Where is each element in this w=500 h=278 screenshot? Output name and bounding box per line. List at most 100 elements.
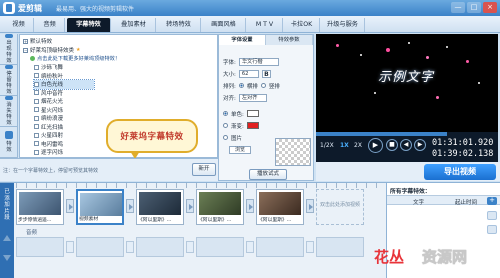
transition-slot[interactable] [66, 199, 74, 213]
checkbox[interactable] [34, 124, 39, 130]
sparkle [336, 44, 339, 47]
tab-subtitle-effects[interactable]: 字幕特效 [67, 18, 111, 32]
tab-transitions[interactable]: 转场特效 [157, 18, 201, 32]
list-item[interactable]: 缤纷浪漫 [34, 114, 94, 123]
image-radio[interactable] [223, 135, 228, 140]
tab-styles[interactable]: 画面风格 [202, 18, 246, 32]
group-default[interactable]: + 默认特效 [23, 37, 52, 45]
speed-half[interactable]: 1/2X [320, 142, 334, 149]
transition-slot[interactable] [186, 199, 194, 213]
transition-slot[interactable] [246, 199, 254, 213]
horizontal-radio[interactable] [238, 83, 244, 88]
stop-icon[interactable]: ■ [386, 139, 398, 151]
sidebar-item-stay[interactable]: 停留特效 [0, 65, 18, 96]
timeline-clip[interactable]: 步步惊情逍遥... [16, 189, 64, 225]
timeline-clip[interactable]: 《阿以里斯》... [196, 189, 244, 225]
maximize-button[interactable]: □ [467, 2, 481, 13]
checkbox[interactable] [34, 132, 39, 138]
audio-transition-slot[interactable] [126, 241, 134, 253]
tab-effect-params[interactable]: 特效参数 [266, 35, 313, 45]
scroll-up-icon[interactable] [3, 235, 11, 241]
previous-icon[interactable]: ◀ [400, 139, 412, 151]
tab-karaoke[interactable]: 卡拉OK [284, 18, 320, 32]
total-time: 01:39:02.138 [432, 149, 494, 159]
tab-font-settings[interactable]: 字体设置 [219, 35, 266, 45]
list-item[interactable]: 火星四射 [34, 131, 94, 140]
checkbox[interactable] [34, 149, 39, 155]
group-favorites[interactable]: − 好莱坞顶级特效类 ★ [23, 46, 81, 54]
image-preview [275, 138, 311, 166]
tab-overlay[interactable]: 叠加素材 [112, 18, 156, 32]
gradient-radio[interactable] [223, 123, 228, 128]
list-item[interactable]: 逐字闪烁 [34, 148, 94, 157]
apply-effect-button[interactable]: 新开 [192, 163, 216, 176]
list-item[interactable]: 红光扫描 [34, 123, 94, 132]
checkbox[interactable] [34, 141, 39, 147]
download-more-link[interactable]: 点击此处下载更多好莱坞顶级特效！ [30, 54, 120, 62]
bold-button[interactable]: B [261, 69, 271, 78]
next-icon[interactable]: ▶ [414, 139, 426, 151]
checkbox[interactable] [34, 73, 39, 79]
tab-video[interactable]: 视频 [4, 18, 34, 32]
star-icon: ★ [76, 47, 81, 53]
add-subtitle-button[interactable]: + [487, 197, 497, 205]
list-item[interactable]: 星火闪烁 [34, 106, 94, 115]
audio-slot[interactable] [76, 237, 124, 257]
edit-icon[interactable] [487, 211, 497, 220]
clip-thumbnail [199, 192, 241, 215]
list-item-selected[interactable]: 白色光线 [33, 79, 95, 90]
gradient-swatch[interactable] [246, 122, 259, 129]
checkbox[interactable] [34, 115, 39, 121]
minimize-button[interactable]: — [451, 2, 465, 13]
speed-1x[interactable]: 1X [340, 142, 349, 149]
sidebar-item-disappear[interactable]: 消失特效 [0, 96, 18, 127]
checkbox[interactable] [34, 107, 39, 113]
checkbox[interactable] [34, 81, 39, 87]
audio-slot[interactable] [196, 237, 244, 257]
font-select[interactable]: 华文行楷 [238, 57, 279, 66]
single-color-swatch[interactable] [246, 110, 259, 117]
checkbox[interactable] [34, 64, 39, 70]
export-video-button[interactable]: 导出视频 [424, 164, 496, 180]
timeline-clip[interactable]: 《阿以里斯》... [136, 189, 184, 225]
timeline-clip[interactable]: 《阿以里斯》... [256, 189, 304, 225]
list-item[interactable]: 缤纷秋叶 [34, 72, 94, 81]
sidebar-item-appear[interactable]: 出现特效 [0, 34, 18, 65]
add-clip-placeholder[interactable]: 双击此处添加视频 [316, 189, 364, 225]
audio-transition-slot[interactable] [246, 241, 254, 253]
audio-transition-slot[interactable] [66, 241, 74, 253]
audio-slot[interactable] [256, 237, 304, 257]
list-item[interactable]: 沙砾飞舞 [34, 63, 94, 72]
speed-2x[interactable]: 2X [354, 142, 362, 149]
timeline-clip-selected[interactable]: 视频素材 [76, 189, 124, 225]
single-color-radio[interactable] [223, 111, 228, 116]
play-icon[interactable]: ▶ [368, 138, 383, 153]
collapse-icon[interactable]: − [23, 47, 28, 53]
expand-icon[interactable]: + [23, 38, 28, 44]
transition-slot[interactable] [306, 199, 314, 213]
sidebar-item-effects[interactable]: 特效 [0, 127, 18, 158]
list-item[interactable]: 电闪雷鸣 [34, 140, 94, 149]
tab-mtv[interactable]: M T V [247, 18, 283, 32]
checkbox[interactable] [34, 98, 39, 104]
preview-effect-button[interactable]: 播放试式 [249, 169, 287, 180]
checkbox[interactable] [34, 90, 39, 96]
browse-button[interactable]: 浏览 [229, 146, 251, 154]
vertical-radio[interactable] [260, 83, 266, 88]
audio-transition-slot[interactable] [186, 241, 194, 253]
list-item[interactable]: 烟花火光 [34, 97, 94, 106]
size-select[interactable]: 62 [238, 69, 259, 78]
tab-audio[interactable]: 音频 [35, 18, 65, 32]
scroll-down-icon[interactable] [3, 255, 11, 261]
align-select[interactable]: 左对齐 [238, 93, 267, 102]
playback-controls: 1/2X 1X 2X ▶ ■ ◀ ▶ 01:31:01.920 01:39:02… [316, 136, 498, 162]
close-button[interactable]: × [483, 2, 497, 13]
delete-icon[interactable] [487, 225, 497, 234]
audio-slot[interactable] [16, 237, 64, 257]
tab-upgrade[interactable]: 升级与服务 [321, 18, 365, 32]
list-item[interactable]: 风中音符 [34, 89, 94, 98]
audio-slot[interactable] [136, 237, 184, 257]
audio-transition-slot[interactable] [306, 241, 314, 253]
audio-slot[interactable] [316, 237, 364, 257]
transition-slot[interactable] [126, 199, 134, 213]
